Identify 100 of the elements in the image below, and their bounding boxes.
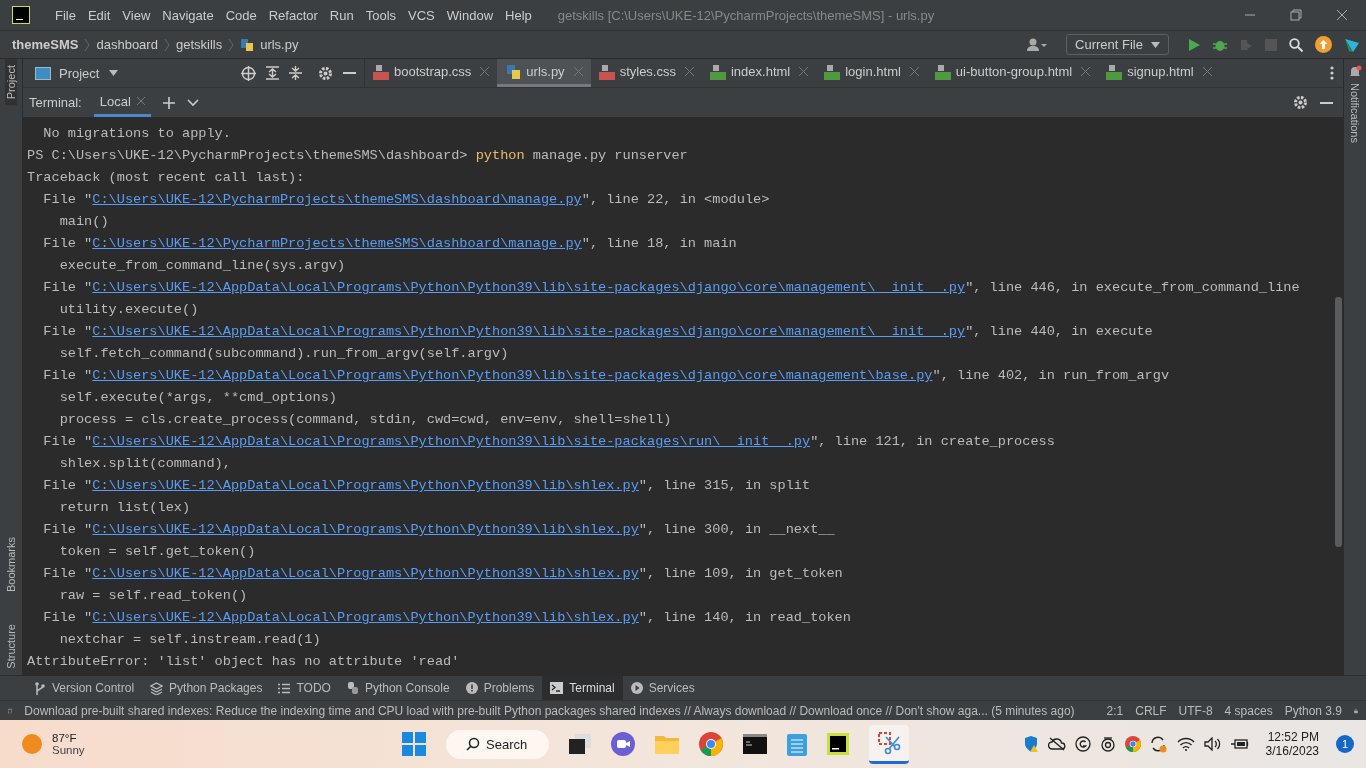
notification-badge[interactable]: 1 — [1336, 735, 1354, 753]
menu-item[interactable]: Window — [440, 7, 500, 23]
status-item[interactable]: Python 3.9 — [1284, 703, 1342, 718]
expand-all-icon[interactable] — [266, 66, 279, 80]
clock-time[interactable]: 12:52 PM — [1267, 730, 1319, 744]
editor-tab[interactable]: urls.py — [497, 59, 591, 87]
user-icon[interactable] — [1026, 37, 1049, 52]
tool-window-button[interactable]: Python Console — [338, 676, 458, 700]
menu-item[interactable]: Run — [323, 7, 360, 23]
file-link[interactable]: C:\Users\UKE-12\AppData\Local\Programs\Python\Python39\lib\site-packages\django\core\management\__init__.py — [92, 280, 966, 295]
caret-icon[interactable] — [109, 70, 119, 76]
video-chat-icon[interactable] — [611, 732, 636, 756]
tool-window-button[interactable]: Python Packages — [142, 676, 271, 700]
hide-icon[interactable] — [1320, 101, 1333, 104]
editor-tab[interactable]: signup.html — [1098, 59, 1220, 87]
collapse-all-icon[interactable] — [289, 66, 302, 80]
tool-window-button[interactable]: TODO — [270, 676, 339, 700]
close-icon[interactable] — [1081, 67, 1091, 76]
project-panel-title[interactable]: Project — [59, 65, 100, 81]
refresh-icon[interactable] — [1149, 735, 1168, 753]
taskbar-search[interactable]: Search — [446, 729, 550, 759]
menu-item[interactable]: File — [49, 7, 82, 23]
status-item[interactable]: UTF-8 — [1178, 703, 1213, 718]
tool-window-stripe-button[interactable]: Project — [5, 59, 17, 106]
chevron-down-icon[interactable] — [186, 98, 199, 107]
battery-icon[interactable] — [1230, 738, 1249, 750]
pycharm-icon[interactable] — [827, 733, 850, 755]
menu-item[interactable]: Help — [499, 7, 538, 23]
file-link[interactable]: C:\Users\UKE-12\AppData\Local\Programs\Python\Python39\lib\site-packages\django\core\management\__init__.py — [92, 324, 966, 339]
grammarly-icon[interactable] — [1074, 736, 1091, 752]
menu-item[interactable]: Code — [219, 7, 263, 23]
file-link[interactable]: C:\Users\UKE-12\AppData\Local\Programs\Python\Python39\lib\shlex.py — [92, 522, 639, 537]
settings-icon[interactable] — [1293, 95, 1308, 110]
file-link[interactable]: C:\Users\UKE-12\AppData\Local\Programs\Python\Python39\lib\site-packages\django\core\management\base.py — [92, 368, 933, 383]
menu-item[interactable]: Refactor — [262, 7, 324, 23]
status-message[interactable]: Download pre-built shared indexes: Reduce the indexing time and CPU load with pre-built Python packages shared indexes // Always download // Download once // Don't show aga... (5 minutes ago) — [24, 703, 1075, 718]
editor-tab[interactable]: login.html — [816, 59, 927, 87]
close-icon[interactable] — [684, 67, 694, 76]
clock-date[interactable]: 3/16/2023 — [1265, 744, 1319, 758]
add-icon[interactable] — [162, 96, 175, 109]
wifi-icon[interactable] — [1176, 737, 1195, 751]
file-link[interactable]: C:\Users\UKE-12\AppData\Local\Programs\Python\Python39\lib\site-packages\run\__init__.py — [92, 434, 811, 449]
breadcrumb[interactable]: dashboard — [96, 37, 158, 52]
editor-tab[interactable]: bootstrap.css — [365, 59, 498, 87]
run-configuration-dropdown[interactable]: Current File — [1066, 34, 1169, 55]
close-icon[interactable] — [480, 67, 490, 76]
cloud-off-icon[interactable] — [1047, 737, 1066, 751]
editor-tab[interactable]: ui-button-group.html — [926, 59, 1099, 87]
breadcrumb[interactable]: themeSMS — [12, 37, 79, 52]
tool-window-button[interactable]: Version Control — [26, 676, 143, 700]
breadcrumb[interactable]: getskills — [175, 37, 223, 52]
scrollbar-thumb[interactable] — [1335, 297, 1342, 547]
windows-start-icon[interactable] — [402, 732, 426, 756]
file-link[interactable]: C:\Users\UKE-12\AppData\Local\Programs\Python\Python39\lib\shlex.py — [92, 478, 639, 493]
close-icon[interactable] — [909, 67, 919, 76]
tool-window-stripe-button[interactable]: Notifications — [1349, 79, 1361, 149]
status-item[interactable]: 4 spaces — [1224, 703, 1273, 718]
bell-icon[interactable] — [1348, 65, 1362, 79]
pycharm-logo-icon[interactable] — [12, 6, 30, 24]
tool-window-button[interactable]: Terminal — [542, 676, 623, 700]
snipping-tool-icon[interactable] — [869, 724, 910, 764]
menu-item[interactable]: Edit — [81, 7, 117, 23]
menu-item[interactable]: VCS — [402, 7, 441, 23]
terminal-line: File "C:\Users\UKE-12\PycharmProjects\themeSMS\dashboard\manage.py", line 22, in <module> — [42, 191, 770, 209]
close-icon[interactable] — [1336, 9, 1348, 21]
run-icon[interactable] — [1187, 37, 1201, 52]
close-icon[interactable] — [799, 67, 809, 76]
shield-warning-icon[interactable] — [1022, 736, 1039, 752]
task-view-icon[interactable] — [569, 734, 592, 754]
file-link[interactable]: C:\Users\UKE-12\AppData\Local\Programs\Python\Python39\lib\shlex.py — [92, 566, 639, 581]
file-link[interactable]: C:\Users\UKE-12\PycharmProjects\themeSMS\dashboard\manage.py — [92, 236, 582, 251]
update-icon[interactable] — [1315, 36, 1332, 53]
tool-window-button[interactable]: Services — [622, 676, 703, 700]
speaker-icon[interactable] — [1203, 737, 1222, 751]
breadcrumb[interactable]: urls.py — [260, 37, 299, 52]
more-icon[interactable] — [1330, 66, 1334, 80]
menu-item[interactable]: View — [116, 7, 157, 23]
command-prompt-icon[interactable] — [743, 734, 768, 754]
sync-app-icon[interactable] — [1099, 736, 1116, 752]
tool-window-button[interactable]: Problems — [457, 676, 543, 700]
search-icon[interactable] — [1289, 37, 1303, 52]
editor-tab[interactable]: styles.css — [590, 59, 702, 87]
menu-item[interactable]: Navigate — [156, 7, 220, 23]
status-item[interactable]: CRLF — [1135, 703, 1167, 718]
terminal-line: File "C:\Users\UKE-12\AppData\Local\Programs\Python\Python39\lib\shlex.py", line 300, in __next__ — [42, 521, 835, 539]
restore-icon[interactable] — [1290, 9, 1302, 21]
menu-item[interactable]: Tools — [359, 7, 403, 23]
locate-icon[interactable] — [241, 65, 256, 81]
tool-window-stripe-button[interactable]: Bookmarks — [5, 531, 17, 599]
file-link[interactable]: C:\Users\UKE-12\PycharmProjects\themeSMS\dashboard\manage.py — [92, 192, 582, 207]
chrome-icon[interactable] — [699, 732, 724, 756]
editor-tab[interactable]: index.html — [701, 59, 817, 87]
status-item[interactable]: 2:1 — [1106, 703, 1124, 718]
plugin-logo-icon[interactable] — [1344, 36, 1360, 53]
file-link[interactable]: C:\Users\UKE-12\AppData\Local\Programs\Python\Python39\lib\shlex.py — [92, 610, 639, 625]
tool-window-stripe-button[interactable]: Structure — [5, 618, 17, 675]
chrome-icon[interactable] — [1124, 736, 1141, 752]
close-icon[interactable] — [136, 97, 145, 105]
settings-icon[interactable] — [318, 65, 333, 81]
close-icon[interactable] — [1202, 67, 1212, 76]
